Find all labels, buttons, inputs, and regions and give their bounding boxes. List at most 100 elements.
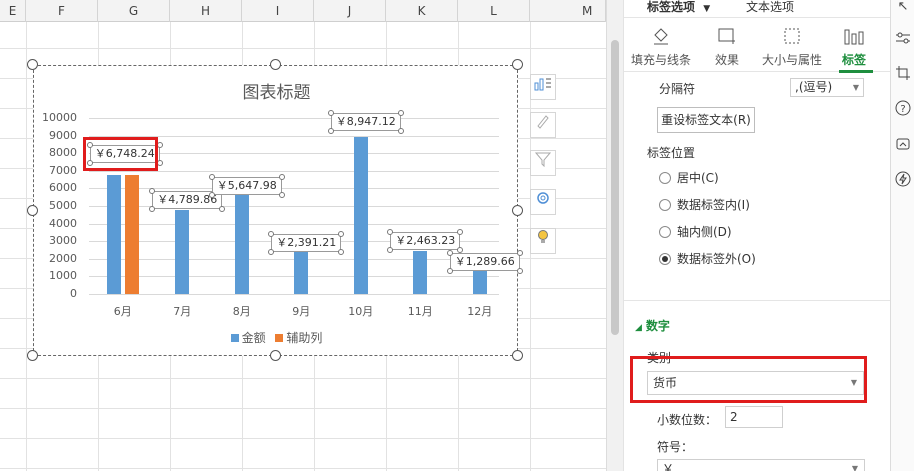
bar-amount[interactable] — [353, 136, 368, 294]
data-label[interactable]: ￥2,391.21 — [268, 230, 345, 255]
bar-amount[interactable] — [294, 251, 309, 294]
data-label[interactable]: ￥1,289.66 — [446, 250, 523, 275]
data-label-handle[interactable] — [387, 246, 394, 253]
chart-elements-icon[interactable] — [530, 74, 556, 100]
chart-filter-icon[interactable] — [530, 150, 556, 176]
highlight-box — [630, 356, 867, 403]
legend-item-amount[interactable]: 金额 — [230, 331, 266, 345]
grid-line — [0, 438, 606, 439]
data-label-handle[interactable] — [278, 191, 285, 198]
lightning-icon[interactable] — [894, 171, 912, 189]
bar-helper[interactable] — [124, 175, 139, 294]
data-label[interactable]: ￥8,947.12 — [327, 109, 404, 134]
data-label-handle[interactable] — [208, 191, 215, 198]
number-section-toggle[interactable]: ◢ 数字 — [635, 317, 670, 334]
chart-tips-icon[interactable] — [530, 228, 556, 254]
divider — [624, 17, 891, 18]
reset-label-text-button[interactable]: 重设标签文本(R) — [657, 107, 755, 133]
tab-labels[interactable]: 标签 — [829, 26, 879, 68]
chart-style-icon[interactable] — [530, 112, 556, 138]
chart-settings-icon[interactable] — [530, 189, 556, 215]
y-axis-tick-label: 9000 — [49, 128, 77, 142]
column-chart[interactable]: 图表标题 金额 辅助列 10000 9000 8000 7000 6000 5000 400… — [33, 65, 523, 356]
resize-handle[interactable] — [270, 350, 281, 361]
legend-label: 金额 — [241, 331, 266, 345]
tab-label: 大小与属性 — [761, 53, 822, 67]
data-label-handle[interactable] — [516, 250, 523, 257]
legend-item-helper[interactable]: 辅助列 — [275, 331, 322, 345]
separator-dropdown[interactable]: ,(逗号) ▼ — [790, 78, 864, 97]
bar-amount[interactable] — [413, 250, 428, 294]
select-cursor-icon[interactable]: ↖ — [894, 0, 912, 16]
tab-size-properties[interactable]: 大小与属性 — [759, 26, 825, 68]
legend-swatch — [230, 334, 239, 342]
data-label-handle[interactable] — [208, 173, 215, 180]
x-axis-tick-label: 7月 — [173, 305, 192, 318]
bar-amount[interactable] — [175, 209, 190, 294]
resize-handle[interactable] — [27, 59, 38, 70]
resize-handle[interactable] — [27, 205, 38, 216]
data-label-handle[interactable] — [149, 205, 156, 212]
data-label-handle[interactable] — [338, 230, 345, 237]
radio-label: 数据标签内(I) — [677, 198, 750, 212]
data-label-handle[interactable] — [397, 109, 404, 116]
tab-effects[interactable]: 效果 — [697, 26, 757, 68]
radio-inside-base[interactable]: 轴内侧(D) — [659, 223, 732, 240]
data-label-handle[interactable] — [516, 268, 523, 275]
radio-outside-end[interactable]: 数据标签外(O) — [659, 250, 756, 267]
y-axis-tick-label: 3000 — [49, 234, 77, 248]
data-label-handle[interactable] — [446, 250, 453, 257]
chart-legend[interactable]: 金额 辅助列 — [34, 329, 519, 346]
chart-gridline — [89, 223, 499, 225]
bar-amount[interactable] — [472, 271, 487, 294]
resize-handle[interactable] — [512, 350, 523, 361]
crop-icon[interactable] — [894, 65, 912, 83]
symbol-dropdown[interactable]: ￥ ▼ — [657, 459, 865, 471]
data-label-handle[interactable] — [149, 187, 156, 194]
column-header-J[interactable]: J — [314, 0, 386, 22]
data-label-handle[interactable] — [268, 248, 275, 255]
properties-sliders-icon[interactable] — [894, 30, 912, 48]
resize-handle[interactable] — [512, 205, 523, 216]
column-header-M[interactable]: M — [530, 0, 606, 22]
pane-scrollbar[interactable] — [607, 0, 624, 471]
data-label-handle[interactable] — [338, 248, 345, 255]
column-header-L[interactable]: L — [458, 0, 530, 22]
chart-title[interactable]: 图表标题 — [34, 78, 519, 103]
separator-label: 分隔符 — [659, 82, 696, 96]
data-label-handle[interactable] — [327, 127, 334, 134]
spreadsheet-area[interactable]: E F G H I J K L M 图表标题 金额 辅助列 10000 9000… — [0, 0, 606, 471]
data-label[interactable]: ￥5,647.98 — [208, 173, 285, 198]
tab-text-options[interactable]: 文本选项 — [746, 0, 794, 14]
help-icon[interactable]: ? — [894, 100, 912, 118]
data-label-handle[interactable] — [457, 246, 464, 253]
bar-amount[interactable] — [234, 194, 249, 294]
data-label[interactable]: ￥2,463.23 — [387, 228, 464, 253]
column-header-F[interactable]: F — [26, 0, 98, 22]
resize-handle[interactable] — [512, 59, 523, 70]
column-header-G[interactable]: G — [98, 0, 170, 22]
data-label-handle[interactable] — [268, 230, 275, 237]
data-label-handle[interactable] — [446, 268, 453, 275]
data-label-handle[interactable] — [457, 228, 464, 235]
column-header-K[interactable]: K — [386, 0, 458, 22]
cloud-icon[interactable] — [894, 136, 912, 154]
data-label-handle[interactable] — [387, 228, 394, 235]
decimal-places-input[interactable]: 2 — [725, 406, 783, 428]
tab-fill-line[interactable]: 填充与线条 — [631, 26, 691, 68]
column-header-H[interactable]: H — [170, 0, 242, 22]
tab-label-options[interactable]: 标签选项 ▼ — [647, 0, 710, 14]
column-header-E[interactable]: E — [0, 0, 26, 22]
data-label-handle[interactable] — [327, 109, 334, 116]
resize-handle[interactable] — [270, 59, 281, 70]
column-header-I[interactable]: I — [242, 0, 314, 22]
data-label-handle[interactable] — [397, 127, 404, 134]
data-label-handle[interactable] — [219, 205, 226, 212]
highlight-box — [82, 137, 158, 172]
radio-center[interactable]: 居中(C) — [659, 169, 719, 186]
resize-handle[interactable] — [27, 350, 38, 361]
scroll-thumb[interactable] — [611, 40, 619, 335]
bar-amount[interactable] — [106, 175, 121, 294]
data-label-handle[interactable] — [278, 173, 285, 180]
radio-inside-end[interactable]: 数据标签内(I) — [659, 196, 750, 213]
